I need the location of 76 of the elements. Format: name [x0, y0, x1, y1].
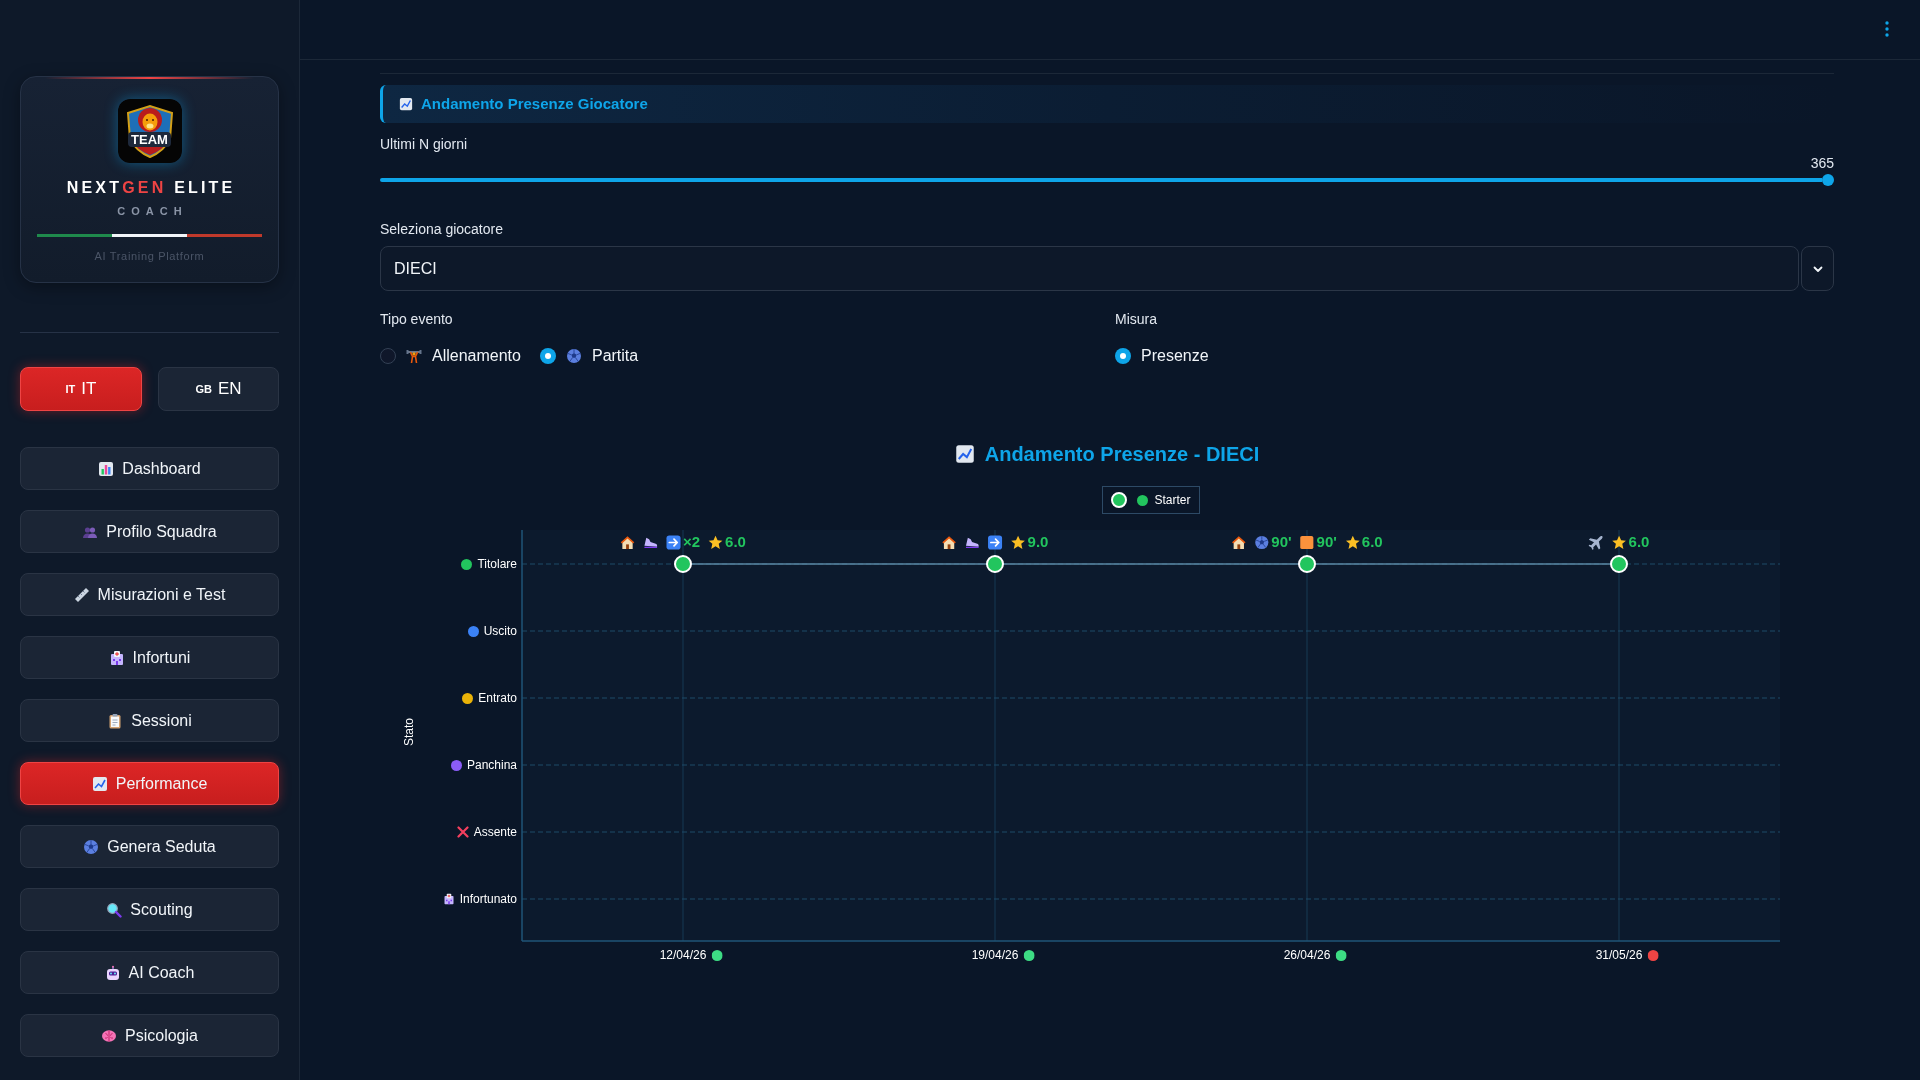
axis-label: Panchina	[466, 757, 517, 774]
soccer-ball-icon	[83, 838, 100, 855]
axis-label: Entrato	[478, 690, 517, 707]
brain-icon	[101, 1027, 118, 1044]
search-icon	[106, 901, 123, 918]
slider-thumb[interactable]	[1822, 174, 1834, 186]
nav-button[interactable]: Dashboard	[20, 447, 279, 490]
axis-label: Infortunato	[459, 891, 517, 908]
nav-button[interactable]: Genera Seduta	[20, 825, 279, 868]
nav-button[interactable]: Infortuni	[20, 636, 279, 679]
radio-button[interactable]	[380, 348, 396, 364]
clipboard-icon	[107, 712, 124, 729]
trend-chart-icon	[91, 775, 108, 792]
radio-label[interactable]: Allenamento	[432, 344, 521, 368]
axis-label: 26/04/26	[1283, 947, 1331, 964]
star-icon	[1344, 534, 1360, 550]
axis-label: 31/05/26	[1595, 947, 1643, 964]
weightlifter-icon	[406, 348, 422, 364]
soccer-ball-icon	[1254, 534, 1270, 550]
annotation-label: 6.0	[1361, 533, 1383, 551]
field-label: Tipo evento	[380, 310, 454, 329]
annotation-label: 90'	[1316, 533, 1337, 551]
house-icon	[941, 534, 957, 550]
nav-button[interactable]: Psicologia	[20, 1014, 279, 1057]
axis-label: 12/04/26	[659, 947, 707, 964]
brand-subtitle: COACH	[116, 204, 188, 218]
trend-chart-icon	[399, 97, 413, 111]
annotation-label: 6.0	[1628, 533, 1650, 551]
hospital-icon	[442, 893, 455, 905]
annotation-label: ×2	[683, 533, 701, 551]
slider-value: 365	[1810, 154, 1834, 172]
brand-tagline: AI Training Platform	[94, 249, 205, 263]
axis-label: 19/04/26	[971, 947, 1019, 964]
star-icon	[1611, 534, 1627, 550]
bar-chart-icon	[98, 460, 115, 477]
annotation-label: 9.0	[1027, 533, 1049, 551]
axis-label: Assente	[473, 824, 517, 841]
section-title: Andamento Presenze Giocatore	[421, 93, 648, 114]
robot-icon	[104, 964, 121, 981]
nav-button[interactable]: Profilo Squadra	[20, 510, 279, 553]
legend-label: Starter	[1154, 492, 1191, 509]
lion-crest-logo	[117, 99, 182, 163]
chart-title: Andamento Presenze - DIECI	[984, 442, 1260, 467]
kebab-menu-icon[interactable]	[1885, 21, 1889, 37]
field-label: Ultimi N giorni	[380, 135, 469, 154]
ruler-icon	[73, 586, 90, 603]
axis-label: Titolare	[477, 556, 517, 573]
axis-title: Stato	[401, 718, 417, 746]
annotation-label: 6.0	[725, 533, 746, 551]
nav-button[interactable]: Performance	[20, 762, 279, 805]
trend-chart-icon	[954, 444, 975, 464]
nav-button[interactable]: Sessioni	[20, 699, 279, 742]
language-button[interactable]: IT IT	[20, 367, 142, 411]
airplane-icon	[1588, 534, 1604, 550]
radio-label[interactable]: Partita	[591, 344, 639, 368]
hospital-icon	[108, 649, 125, 666]
annotation-label: 90'	[1271, 533, 1292, 551]
star-icon	[1010, 534, 1026, 550]
nav-button[interactable]: AI Coach	[20, 951, 279, 994]
nav-button[interactable]: Misurazioni e Test	[20, 573, 279, 616]
field-label: Misura	[1115, 310, 1158, 329]
nav-button[interactable]: Scouting	[20, 888, 279, 931]
player-select[interactable]: DIECI	[380, 246, 1799, 291]
axis-label: Uscito	[483, 623, 517, 640]
slider-track[interactable]	[380, 174, 1834, 186]
brand-title: NEXT GEN ELITE	[65, 178, 236, 198]
logo-text: TEAM	[128, 132, 171, 147]
radio-button[interactable]	[1115, 348, 1131, 364]
radio-label[interactable]: Presenze	[1141, 344, 1209, 368]
soccer-ball-icon	[565, 348, 582, 364]
field-label: Seleziona giocatore	[380, 220, 504, 239]
house-icon	[620, 534, 635, 550]
radio-button[interactable]	[539, 348, 556, 364]
language-button[interactable]: GB EN	[158, 367, 279, 411]
star-icon	[708, 534, 724, 550]
house-icon	[1231, 534, 1247, 550]
